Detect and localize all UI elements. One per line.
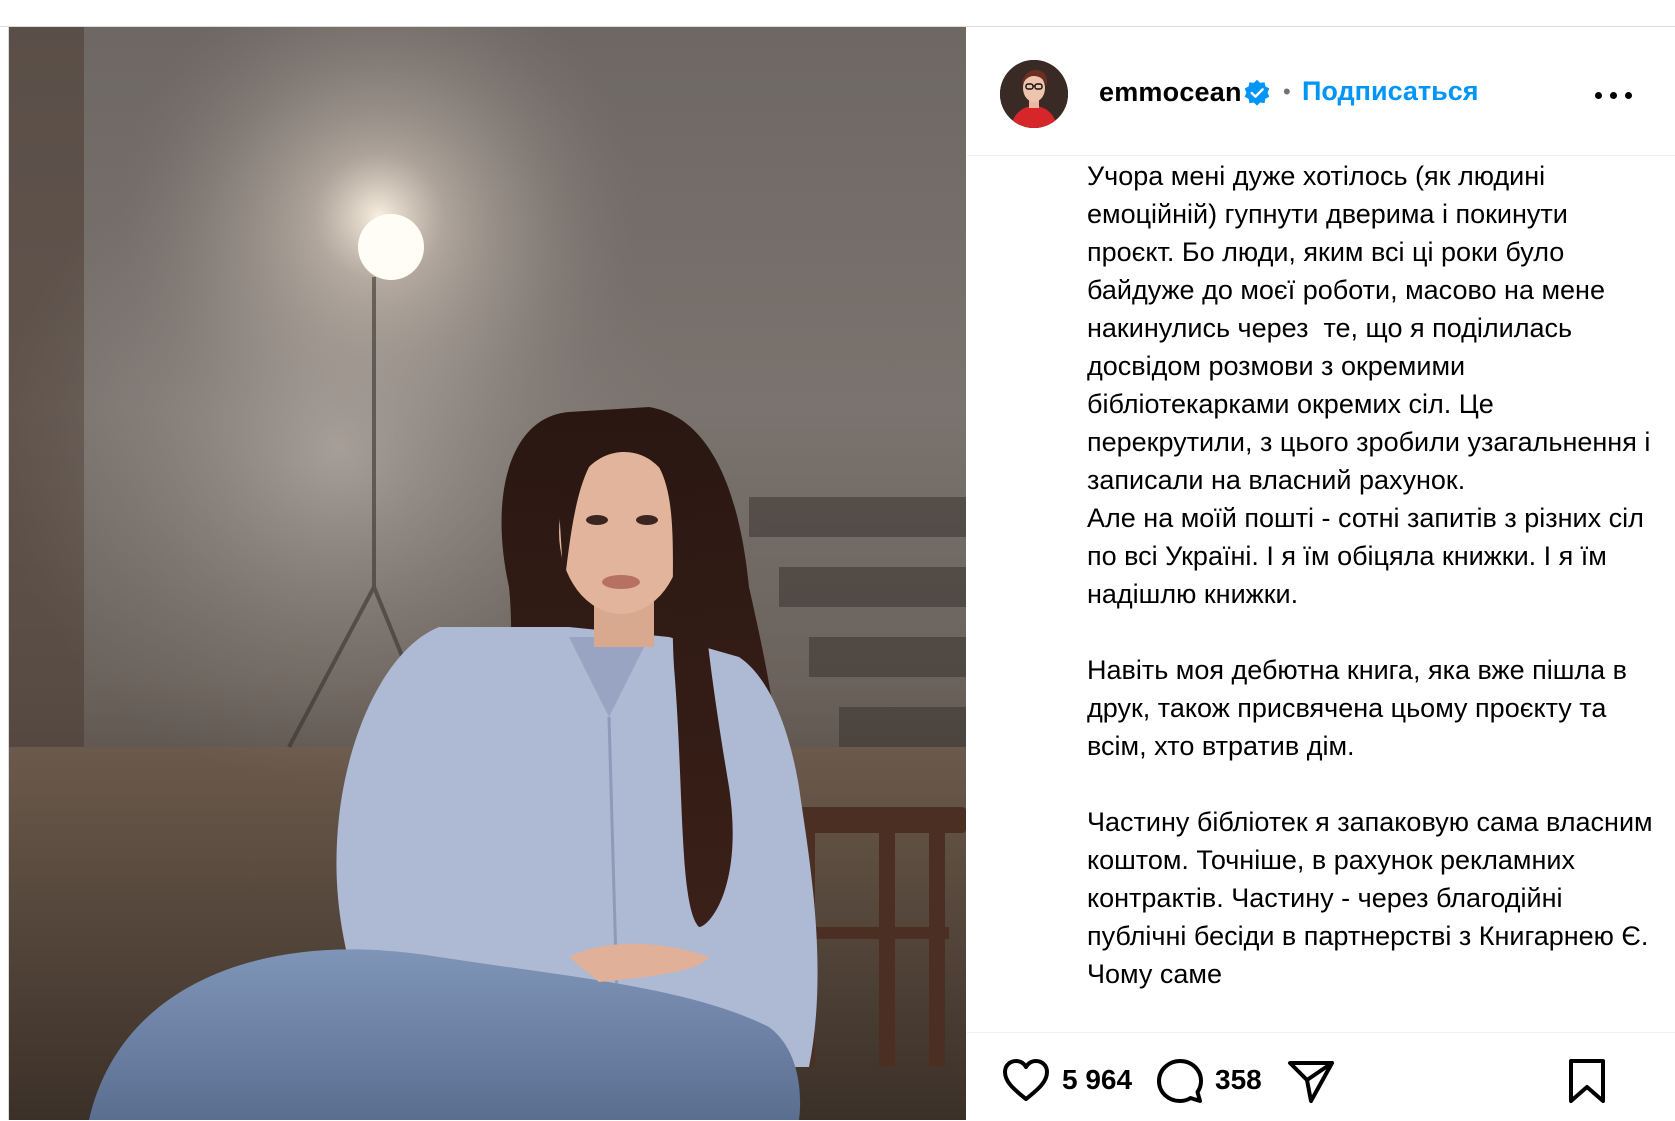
post-photo[interactable] (9, 27, 966, 1120)
post-caption: Учора мені дуже хотілось (як людині емоц… (1087, 157, 1657, 1037)
post-actions-bar: 5 964 358 (967, 1032, 1675, 1121)
post-side-panel: emmocean • Подписаться Учора мені дуже х… (967, 27, 1675, 1120)
heart-icon[interactable] (1002, 1058, 1050, 1102)
follow-button[interactable]: Подписаться (1302, 76, 1479, 107)
post-photo-image (9, 27, 966, 1120)
bookmark-icon[interactable] (1567, 1058, 1607, 1104)
caption-paragraph: Навіть моя дебютна книга, яка вже пішла … (1087, 655, 1635, 761)
comment-count[interactable]: 358 (1215, 1064, 1262, 1096)
browser-top-strip (0, 0, 1675, 27)
verified-badge-icon (1244, 79, 1270, 106)
caption-paragraph: Частину бібліотек я запаковую сама власн… (1087, 807, 1653, 989)
comment-bubble-icon[interactable] (1157, 1058, 1203, 1104)
paper-plane-icon[interactable] (1287, 1058, 1335, 1104)
username[interactable]: emmocean (1099, 77, 1242, 108)
post-header: emmocean • Подписаться (967, 27, 1675, 156)
post-container: emmocean • Подписаться Учора мені дуже х… (8, 27, 1675, 1120)
avatar-image (1000, 60, 1068, 128)
separator-dot: • (1283, 79, 1291, 104)
caption-paragraph: Учора мені дуже хотілось (як людині емоц… (1087, 161, 1651, 609)
like-count[interactable]: 5 964 (1062, 1064, 1132, 1096)
more-options-icon[interactable] (1595, 89, 1635, 101)
avatar[interactable] (1000, 60, 1068, 128)
